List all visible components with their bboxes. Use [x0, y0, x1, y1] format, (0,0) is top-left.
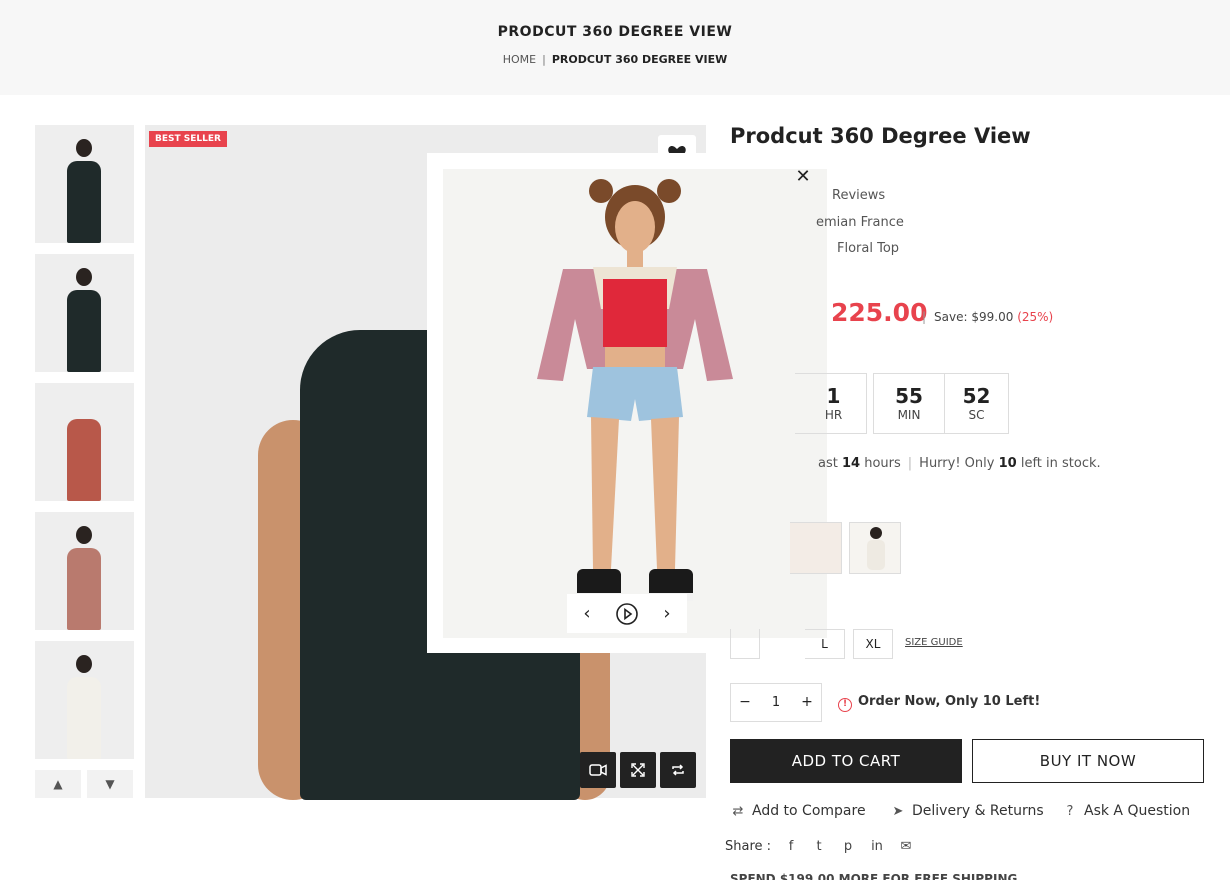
delivery-returns-link[interactable]: ➤ Delivery & Returns	[890, 803, 1044, 819]
thumbnail-1[interactable]	[35, 125, 134, 243]
close-viewer-button[interactable]: ✕	[794, 167, 812, 187]
360-view-button[interactable]	[660, 752, 696, 788]
timer-seconds: 52 SC	[944, 373, 1009, 434]
breadcrumb: HOME | PRODCUT 360 DEGREE VIEW	[0, 53, 1230, 66]
thumbnail-3[interactable]	[35, 383, 134, 501]
size-option-xl[interactable]: XL	[853, 629, 893, 659]
chevron-down-icon: ▼	[105, 777, 115, 791]
thumbnail-4[interactable]	[35, 512, 134, 630]
best-seller-badge: BEST SELLER	[149, 131, 227, 147]
sold-prefix: ast	[818, 456, 838, 471]
color-swatch[interactable]	[790, 522, 842, 574]
breadcrumb-current: PRODCUT 360 DEGREE VIEW	[551, 53, 728, 66]
delivery-label: Delivery & Returns	[912, 803, 1044, 819]
free-shipping-note: SPEND $199.00 MORE FOR FREE SHIPPING	[730, 872, 1018, 880]
close-icon: ✕	[795, 166, 811, 187]
sold-hours-label: hours	[864, 456, 901, 471]
size-guide-link[interactable]: SIZE GUIDE	[905, 637, 963, 648]
timer-hours-unit: HR	[824, 408, 843, 422]
timer-minutes: 55 MIN	[873, 373, 945, 434]
order-note-text: Order Now, Only 10 Left!	[858, 694, 1041, 709]
viewer-controls: ‹ ›	[567, 594, 687, 633]
stock-count: 10	[998, 456, 1017, 471]
stock-suffix: left in stock.	[1020, 456, 1101, 471]
product-price: 225.00	[831, 298, 928, 327]
rotate-right-button[interactable]: ›	[652, 594, 682, 633]
sold-hours: 14	[841, 456, 861, 471]
compare-icon: ⇄	[732, 804, 744, 819]
qty-plus-button[interactable]: +	[793, 684, 821, 721]
color-swatch-white[interactable]	[849, 522, 901, 574]
timer-minutes-value: 55	[895, 384, 923, 408]
product-title: Prodcut 360 Degree View	[730, 124, 1031, 148]
page-header: PRODCUT 360 DEGREE VIEW HOME | PRODCUT 360…	[0, 0, 1230, 95]
vendor-value[interactable]: emian France	[816, 215, 904, 230]
expand-icon	[631, 763, 645, 777]
size-option-l[interactable]: L	[805, 629, 845, 659]
stock-info: ast 14 hours | Hurry! Only 10 left in stoc…	[818, 456, 1101, 471]
share-label: Share :	[725, 839, 772, 854]
compare-link[interactable]: ⇄ Add to Compare	[730, 803, 866, 819]
play-button[interactable]	[612, 594, 642, 633]
timer-seconds-value: 52	[962, 384, 991, 408]
alert-icon: !	[838, 698, 852, 712]
product-type-value: Floral Top	[837, 241, 900, 256]
zoom-button[interactable]	[620, 752, 656, 788]
page-title: PRODCUT 360 DEGREE VIEW	[497, 24, 733, 40]
qty-input[interactable]: 1	[761, 684, 791, 721]
twitter-icon[interactable]: t	[811, 839, 827, 854]
breadcrumb-separator: |	[542, 53, 546, 66]
play-icon	[616, 602, 638, 625]
rotate-left-button[interactable]: ‹	[572, 594, 602, 633]
save-percent: (25%)	[1017, 310, 1054, 324]
linkedin-icon[interactable]: in	[869, 839, 885, 854]
question-icon: ?	[1066, 804, 1074, 819]
timer-seconds-unit: SC	[968, 408, 985, 422]
thumbnail-2[interactable]	[35, 254, 134, 372]
timer-hours: 1 HR	[795, 373, 867, 434]
breadcrumb-home[interactable]: HOME	[503, 53, 536, 66]
size-option-selected[interactable]	[730, 629, 760, 659]
stock-prefix: Hurry! Only	[919, 456, 995, 471]
ask-question-link[interactable]: ? Ask A Question	[1062, 803, 1191, 819]
chevron-up-icon: ▲	[53, 777, 63, 791]
qty-minus-button[interactable]: −	[731, 684, 759, 721]
swatch-image	[867, 527, 885, 570]
facebook-icon[interactable]: f	[783, 839, 799, 854]
save-info: | Save: $99.00 (25%)	[922, 310, 1054, 324]
360-viewer-modal	[427, 153, 827, 653]
compare-label: Add to Compare	[752, 803, 866, 819]
add-to-cart-button[interactable]: ADD TO CART	[730, 739, 962, 783]
save-label: Save:	[934, 310, 968, 324]
360-viewer-image[interactable]	[443, 169, 827, 638]
buy-now-button[interactable]: BUY IT NOW	[972, 739, 1204, 783]
email-icon[interactable]: ✉	[898, 839, 914, 854]
pinterest-icon[interactable]: p	[840, 839, 856, 854]
thumbnail-prev-button[interactable]: ▲	[35, 770, 81, 798]
order-note: ! Order Now, Only 10 Left!	[838, 694, 1040, 712]
model-figure	[537, 179, 733, 601]
thumbnail-next-button[interactable]: ▼	[87, 770, 133, 798]
timer-hours-value: 1	[826, 384, 841, 408]
reviews-link[interactable]: Reviews	[832, 188, 885, 203]
thumbnail-5[interactable]	[35, 641, 134, 759]
repeat-icon	[672, 764, 684, 776]
timer-minutes-unit: MIN	[897, 408, 921, 422]
save-amount: $99.00	[971, 310, 1014, 324]
video-button[interactable]	[580, 752, 616, 788]
paper-plane-icon: ➤	[892, 804, 904, 819]
quantity-stepper: − 1 +	[730, 683, 822, 722]
question-label: Ask A Question	[1084, 803, 1191, 819]
video-icon	[589, 764, 607, 776]
